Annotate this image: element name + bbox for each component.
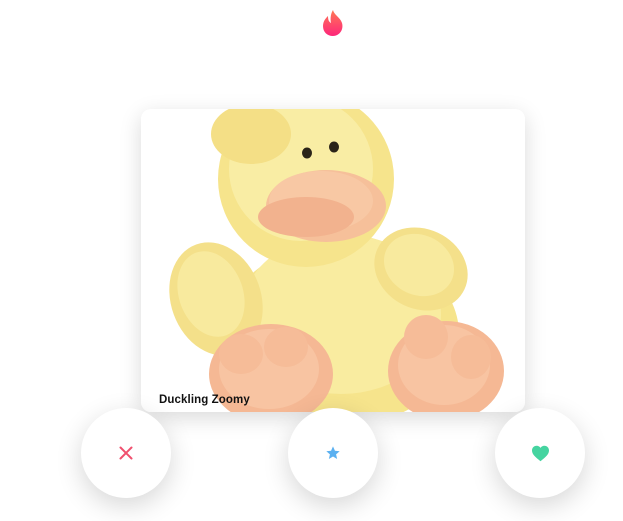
profile-name: Duckling Zoomy bbox=[159, 394, 250, 406]
star-icon bbox=[326, 446, 340, 459]
heart-icon bbox=[531, 445, 549, 461]
close-icon bbox=[119, 446, 133, 460]
nope-button[interactable] bbox=[81, 408, 171, 498]
super-like-button[interactable] bbox=[288, 408, 378, 498]
like-button[interactable] bbox=[495, 408, 585, 498]
profile-card[interactable]: Duckling Zoomy bbox=[141, 109, 525, 412]
flame-logo-icon bbox=[320, 9, 346, 37]
profile-photo bbox=[141, 109, 525, 412]
